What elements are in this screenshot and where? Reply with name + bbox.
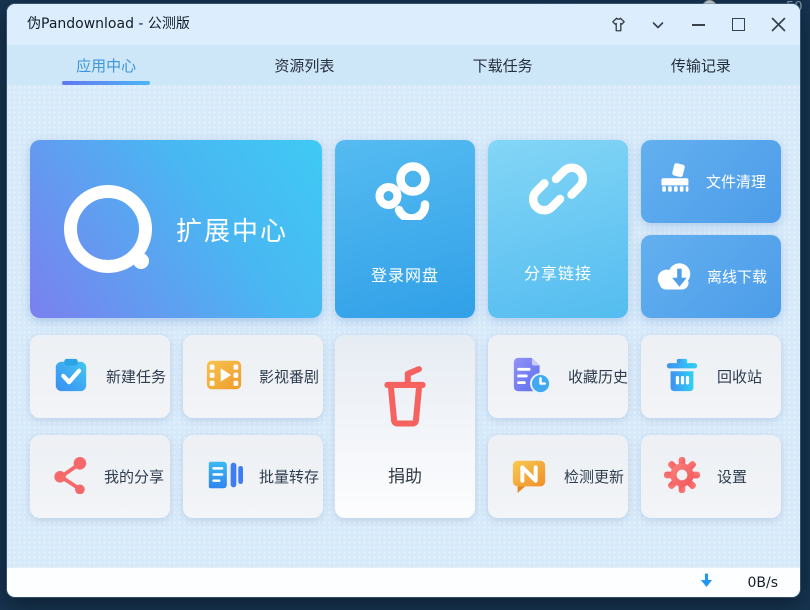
tab-label: 下载任务 bbox=[473, 55, 533, 76]
tab-app-center[interactable]: 应用中心 bbox=[7, 45, 205, 85]
statusbar: 0B/s bbox=[7, 567, 800, 597]
tab-transfer-records[interactable]: 传输记录 bbox=[602, 45, 800, 85]
tile-extension-center[interactable]: 扩展中心 bbox=[30, 140, 322, 318]
maximize-button[interactable] bbox=[718, 4, 758, 45]
tab-label: 资源列表 bbox=[274, 55, 334, 76]
app-window: 伪Pandownload - 公测版 应用中心 资源列表 下载任务 bbox=[7, 4, 800, 597]
gear-icon bbox=[663, 456, 701, 498]
tile-batch-transfer[interactable]: 批量转存 bbox=[183, 435, 323, 518]
trash-bin-icon bbox=[663, 356, 701, 398]
collapse-chevron-icon[interactable] bbox=[638, 4, 678, 45]
batch-save-icon bbox=[205, 456, 243, 498]
task-check-icon bbox=[52, 356, 90, 398]
tab-label: 传输记录 bbox=[671, 55, 731, 76]
tile-label: 新建任务 bbox=[106, 366, 166, 387]
close-button[interactable] bbox=[758, 4, 798, 45]
tab-resource-list[interactable]: 资源列表 bbox=[205, 45, 403, 85]
tab-download-tasks[interactable]: 下载任务 bbox=[404, 45, 602, 85]
tile-favorites-history[interactable]: 收藏历史 bbox=[488, 335, 628, 418]
tile-my-shares[interactable]: 我的分享 bbox=[30, 435, 170, 518]
tile-label: 扩展中心 bbox=[176, 211, 288, 248]
tile-share-link[interactable]: 分享链接 bbox=[488, 140, 628, 318]
download-speed-value: 0B/s bbox=[747, 575, 778, 591]
cloud-download-icon bbox=[655, 258, 693, 296]
film-play-icon bbox=[205, 356, 243, 398]
new-version-icon bbox=[510, 456, 548, 498]
window-controls bbox=[598, 4, 798, 45]
tile-new-task[interactable]: 新建任务 bbox=[30, 335, 170, 418]
minimize-button[interactable] bbox=[678, 4, 718, 45]
drink-cup-icon bbox=[379, 366, 431, 432]
tab-label: 应用中心 bbox=[76, 55, 136, 76]
broom-icon bbox=[656, 162, 692, 202]
titlebar[interactable]: 伪Pandownload - 公测版 bbox=[7, 4, 800, 45]
netdisk-cloud-icon bbox=[372, 158, 438, 224]
tile-settings[interactable]: 设置 bbox=[641, 435, 781, 518]
tile-recycle-bin[interactable]: 回收站 bbox=[641, 335, 781, 418]
tile-label: 捐助 bbox=[388, 462, 422, 487]
tile-label: 分享链接 bbox=[524, 260, 592, 284]
tile-login-netdisk[interactable]: 登录网盘 bbox=[335, 140, 475, 318]
tile-check-update[interactable]: 检测更新 bbox=[488, 435, 628, 518]
tile-movies-anime[interactable]: 影视番剧 bbox=[183, 335, 323, 418]
share-nodes-icon bbox=[52, 456, 88, 498]
window-title: 伪Pandownload - 公测版 bbox=[27, 4, 190, 45]
tile-label: 回收站 bbox=[717, 366, 762, 387]
tile-label: 收藏历史 bbox=[568, 366, 628, 387]
download-speed-icon bbox=[700, 573, 713, 592]
tile-label: 批量转存 bbox=[259, 466, 319, 487]
tile-donate[interactable]: 捐助 bbox=[335, 335, 475, 518]
tile-label: 登录网盘 bbox=[371, 262, 439, 286]
tile-file-cleanup[interactable]: 文件清理 bbox=[641, 140, 781, 223]
tile-label: 离线下载 bbox=[707, 266, 767, 287]
link-icon bbox=[529, 160, 587, 222]
tabbar: 应用中心 资源列表 下载任务 传输记录 bbox=[7, 45, 800, 85]
tile-label: 我的分享 bbox=[104, 466, 164, 487]
tile-label: 文件清理 bbox=[706, 171, 766, 192]
tile-label: 影视番剧 bbox=[259, 366, 319, 387]
history-doc-clock-icon bbox=[510, 355, 552, 399]
tile-label: 设置 bbox=[717, 466, 747, 487]
extension-center-icon bbox=[64, 185, 152, 273]
theme-skin-icon[interactable] bbox=[598, 4, 638, 45]
tile-offline-download[interactable]: 离线下载 bbox=[641, 235, 781, 318]
tile-label: 检测更新 bbox=[564, 466, 624, 487]
